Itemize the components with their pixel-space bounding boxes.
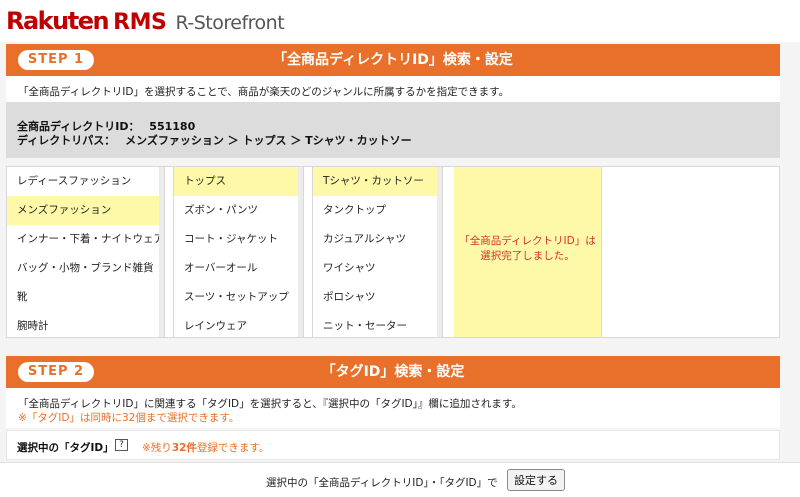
step2-description: 「全商品ディレクトリID」に関連する「タグID」を選択すると、『選択中の「タグI… [18,398,522,410]
genre-selector: レディースファッション メンズファッション インナー・下着・ナイトウェア バッグ・小物… [6,166,780,338]
genre-column-1-list: レディースファッション メンズファッション インナー・下着・ナイトウェア バッグ・小物… [7,167,164,337]
column-1-scrollbar[interactable] [159,167,164,337]
selected-tags-box: 選択中の「タグID」 ? ※残り32件登録できます。 [6,430,780,460]
genre-item[interactable]: レインウェア [174,312,303,337]
genre-column-2-list: トップス ズボン・パンツ コート・ジャケット オーバーオール スーツ・セットアップ レイン… [174,167,303,337]
column-2-scrollbar[interactable] [298,167,303,337]
column-3-scrollbar[interactable] [437,167,442,337]
completion-message: 「全商品ディレクトリID」は 選択完了しました。 [454,234,601,264]
step2-description-panel: 「全商品ディレクトリID」に関連する「タグID」を選択すると、『選択中の「タグI… [6,388,780,428]
genre-item[interactable]: タンクトップ [313,196,442,225]
remaining-tags-note: ※残り32件登録できます。 [142,440,269,455]
genre-item[interactable]: 腕時計 [7,312,164,337]
genre-item[interactable]: ワイシャツ [313,254,442,283]
completion-line-2: 選択完了しました。 [480,250,575,262]
directory-path-value: メンズファッション ＞ トップス ＞ Tシャツ・カットソー [125,134,412,147]
genre-column-2[interactable]: トップス ズボン・パンツ コート・ジャケット オーバーオール スーツ・セットアップ レイン… [173,167,304,337]
step1-badge: STEP 1 [18,50,94,70]
top-bar: Rakuten RMS R-Storefront [0,0,800,42]
brand-name: Rakuten [6,7,110,35]
genre-item[interactable]: ポロシャツ [313,283,442,312]
storefront-page: Rakuten RMS R-Storefront 「全商品ディレクトリID」検索… [0,0,800,497]
genre-item[interactable]: ズボン・パンツ [174,196,303,225]
step1-title: 「全商品ディレクトリID」検索・設定 [273,52,513,68]
genre-item[interactable]: コート・ジャケット [174,225,303,254]
step2-badge: STEP 2 [18,362,94,382]
remaining-prefix: ※残り [142,442,172,454]
app-subtitle: R-Storefront [175,12,285,34]
remaining-suffix: 登録できます。 [196,442,270,454]
step2-header: 「タグID」検索・設定 STEP 2 [6,356,780,388]
completion-line-1: 「全商品ディレクトリID」は [459,235,596,247]
set-button[interactable]: 設定する [507,469,565,491]
step1-description-panel: 「全商品ディレクトリID」を選択することで、商品が楽天のどのジャンルに所属するか… [6,76,780,102]
step2-warning: ※「タグID」は同時に32個まで選択できます。 [18,412,240,424]
genre-item[interactable]: スーツ・セットアップ [174,283,303,312]
rakuten-rms-logo: Rakuten RMS R-Storefront [6,7,285,35]
product-name: RMS [113,10,167,35]
step2-title: 「タグID」検索・設定 [321,364,465,380]
genre-item[interactable]: Tシャツ・カットソー [313,167,442,196]
genre-item[interactable]: ニット・セーター [313,312,442,337]
directory-path-line: ディレクトリパス： メンズファッション ＞ トップス ＞ Tシャツ・カットソー [17,132,412,148]
genre-item[interactable]: バッグ・小物・ブランド雑貨 [7,254,164,283]
genre-item[interactable]: トップス [174,167,303,196]
selected-tags-label: 選択中の「タグID」 [17,442,114,454]
genre-column-3[interactable]: Tシャツ・カットソー タンクトップ カジュアルシャツ ワイシャツ ポロシャツ ニット・セー… [312,167,443,337]
genre-item[interactable]: オーバーオール [174,254,303,283]
step1-header: 「全商品ディレクトリID」検索・設定 STEP 1 [6,44,780,76]
genre-column-3-list: Tシャツ・カットソー タンクトップ カジュアルシャツ ワイシャツ ポロシャツ ニット・セー… [313,167,442,337]
footer-text: 選択中の「全商品ディレクトリID」・「タグID」で [266,477,498,489]
genre-item[interactable]: カジュアルシャツ [313,225,442,254]
genre-item[interactable]: インナー・下着・ナイトウェア [7,225,164,254]
genre-column-1[interactable]: レディースファッション メンズファッション インナー・下着・ナイトウェア バッグ・小物… [7,167,165,337]
step1-description: 「全商品ディレクトリID」を選択することで、商品が楽天のどのジャンルに所属するか… [18,86,510,98]
help-icon[interactable]: ? [115,439,128,451]
directory-info-box: 全商品ディレクトリID： 551180 ディレクトリパス： メンズファッション … [6,102,780,158]
genre-item[interactable]: メンズファッション [7,196,164,225]
remaining-count: 32件 [171,442,197,454]
footer-bar: 選択中の「全商品ディレクトリID」・「タグID」で 設定する [0,462,800,497]
genre-item[interactable]: 靴 [7,283,164,312]
directory-path-label: ディレクトリパス： [17,134,116,147]
completion-panel: 「全商品ディレクトリID」は 選択完了しました。 [454,167,602,337]
genre-item[interactable]: レディースファッション [7,167,164,196]
